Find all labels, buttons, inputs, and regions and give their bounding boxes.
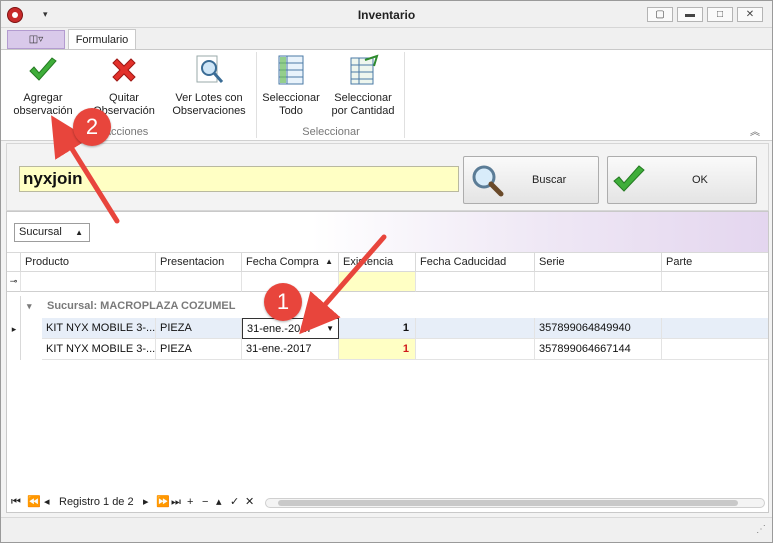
annotation-badge-1: 1 [264, 283, 302, 321]
annotation-badge-2: 2 [73, 108, 111, 146]
annotation-arrows [51, 115, 387, 335]
annotation-arrow-1 [299, 234, 387, 335]
inventario-window: ▾ Inventario ▢ ▬ □ ✕ ◫▿ Formulario Agreg… [0, 0, 773, 543]
